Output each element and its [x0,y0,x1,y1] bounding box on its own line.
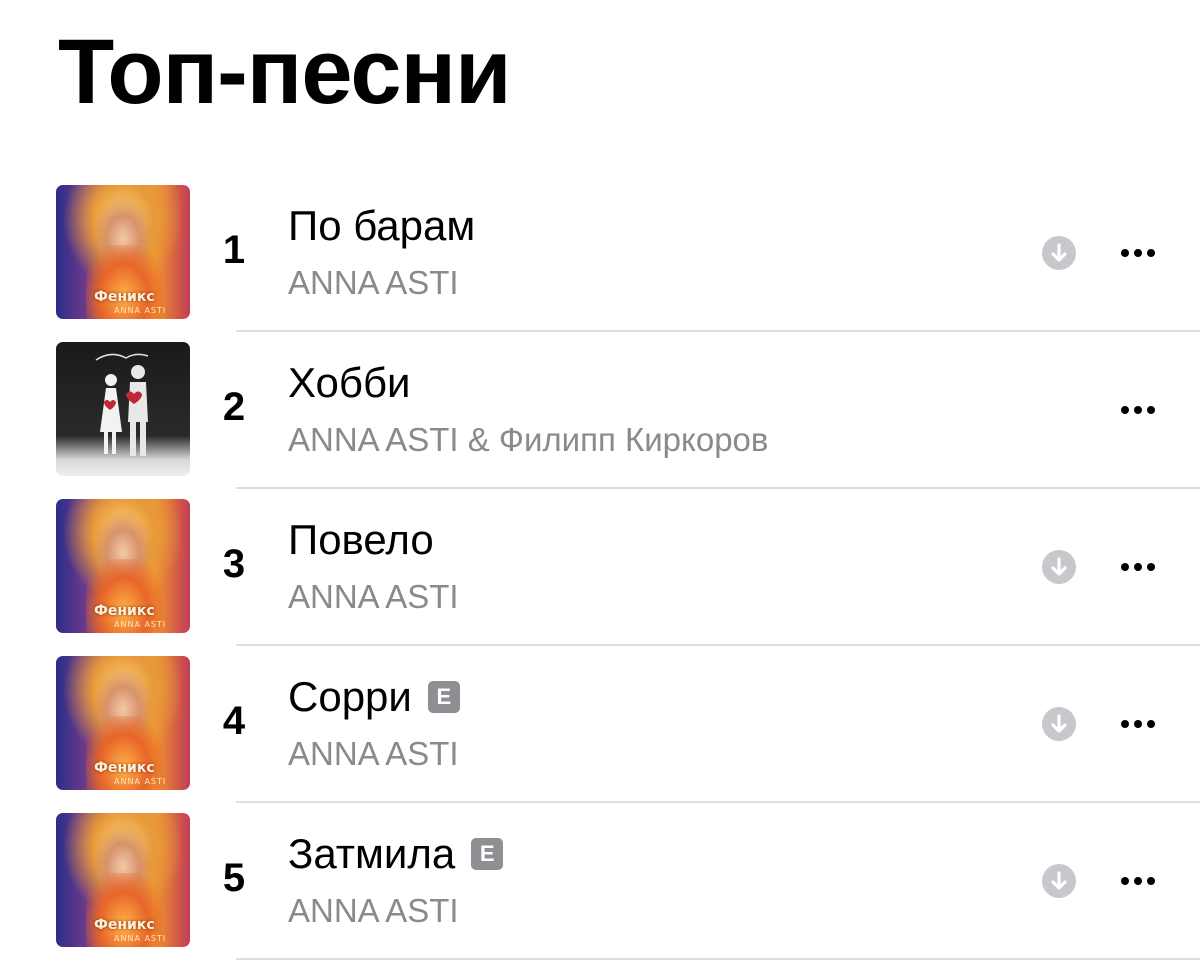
track-artist: ANNA ASTI [288,892,459,929]
artwork-title: Феникс [94,289,155,305]
track-number: 5 [222,856,246,900]
track-row[interactable]: Феникс ANNA ASTI 1 По барам ANNA ASTI [0,175,1200,332]
ellipsis-icon[interactable] [1108,235,1168,271]
track-title: Повело [288,516,434,563]
track-row[interactable]: Феникс ANNA ASTI 5 Затмила E ANNA ASTI [0,803,1200,960]
download-circle-icon[interactable] [1042,707,1076,741]
track-row[interactable]: Феникс ANNA ASTI 3 Повело ANNA ASTI [0,489,1200,646]
track-artist: ANNA ASTI & Филипп Киркоров [288,421,769,458]
artwork-title: Феникс [94,917,155,933]
track-info[interactable]: По барам ANNA ASTI [288,199,475,303]
artwork-artist: ANNA ASTI [114,777,167,786]
download-circle-icon[interactable] [1042,236,1076,270]
artwork-artist: ANNA ASTI [114,306,167,315]
ellipsis-icon[interactable] [1108,863,1168,899]
track-artist: ANNA ASTI [288,735,459,772]
track-info[interactable]: Затмила E ANNA ASTI [288,827,504,931]
track-artist: ANNA ASTI [288,578,459,615]
download-circle-icon[interactable] [1042,550,1076,584]
album-artwork[interactable]: Феникс ANNA ASTI [56,656,190,790]
row-separator [236,958,1200,960]
track-info[interactable]: Сорри E ANNA ASTI [288,670,460,774]
artwork-title: Феникс [94,760,155,776]
artwork-artist: ANNA ASTI [114,934,167,943]
track-title: По барам [288,202,476,249]
track-title: Сорри [288,673,412,720]
explicit-badge: E [427,681,460,713]
track-row[interactable]: Феникс ANNA ASTI 4 Сорри E ANNA ASTI [0,646,1200,803]
album-artwork[interactable]: Феникс ANNA ASTI [56,499,190,633]
track-row[interactable]: 2 Хобби ANNA ASTI & Филипп Киркоров [0,332,1200,489]
track-number: 2 [222,385,246,429]
album-artwork[interactable]: Феникс ANNA ASTI [56,185,190,319]
track-info[interactable]: Повело ANNA ASTI [288,513,459,617]
artwork-title: Феникс [94,603,155,619]
album-artwork[interactable]: Феникс ANNA ASTI [56,813,190,947]
artwork-artist: ANNA ASTI [114,620,167,629]
track-number: 3 [222,542,246,586]
track-title: Хобби [288,359,411,406]
track-list: Феникс ANNA ASTI 1 По барам ANNA ASTI 2 … [0,175,1200,960]
album-artwork[interactable] [56,342,190,476]
ellipsis-icon[interactable] [1108,392,1168,428]
page-title: Топ-песни [58,21,512,123]
track-title: Затмила [288,830,456,877]
track-number: 1 [222,228,246,272]
explicit-badge: E [471,838,504,870]
ellipsis-icon[interactable] [1108,706,1168,742]
ellipsis-icon[interactable] [1108,549,1168,585]
download-circle-icon[interactable] [1042,864,1076,898]
track-number: 4 [222,699,246,743]
track-info[interactable]: Хобби ANNA ASTI & Филипп Киркоров [288,356,768,460]
track-artist: ANNA ASTI [288,264,459,301]
